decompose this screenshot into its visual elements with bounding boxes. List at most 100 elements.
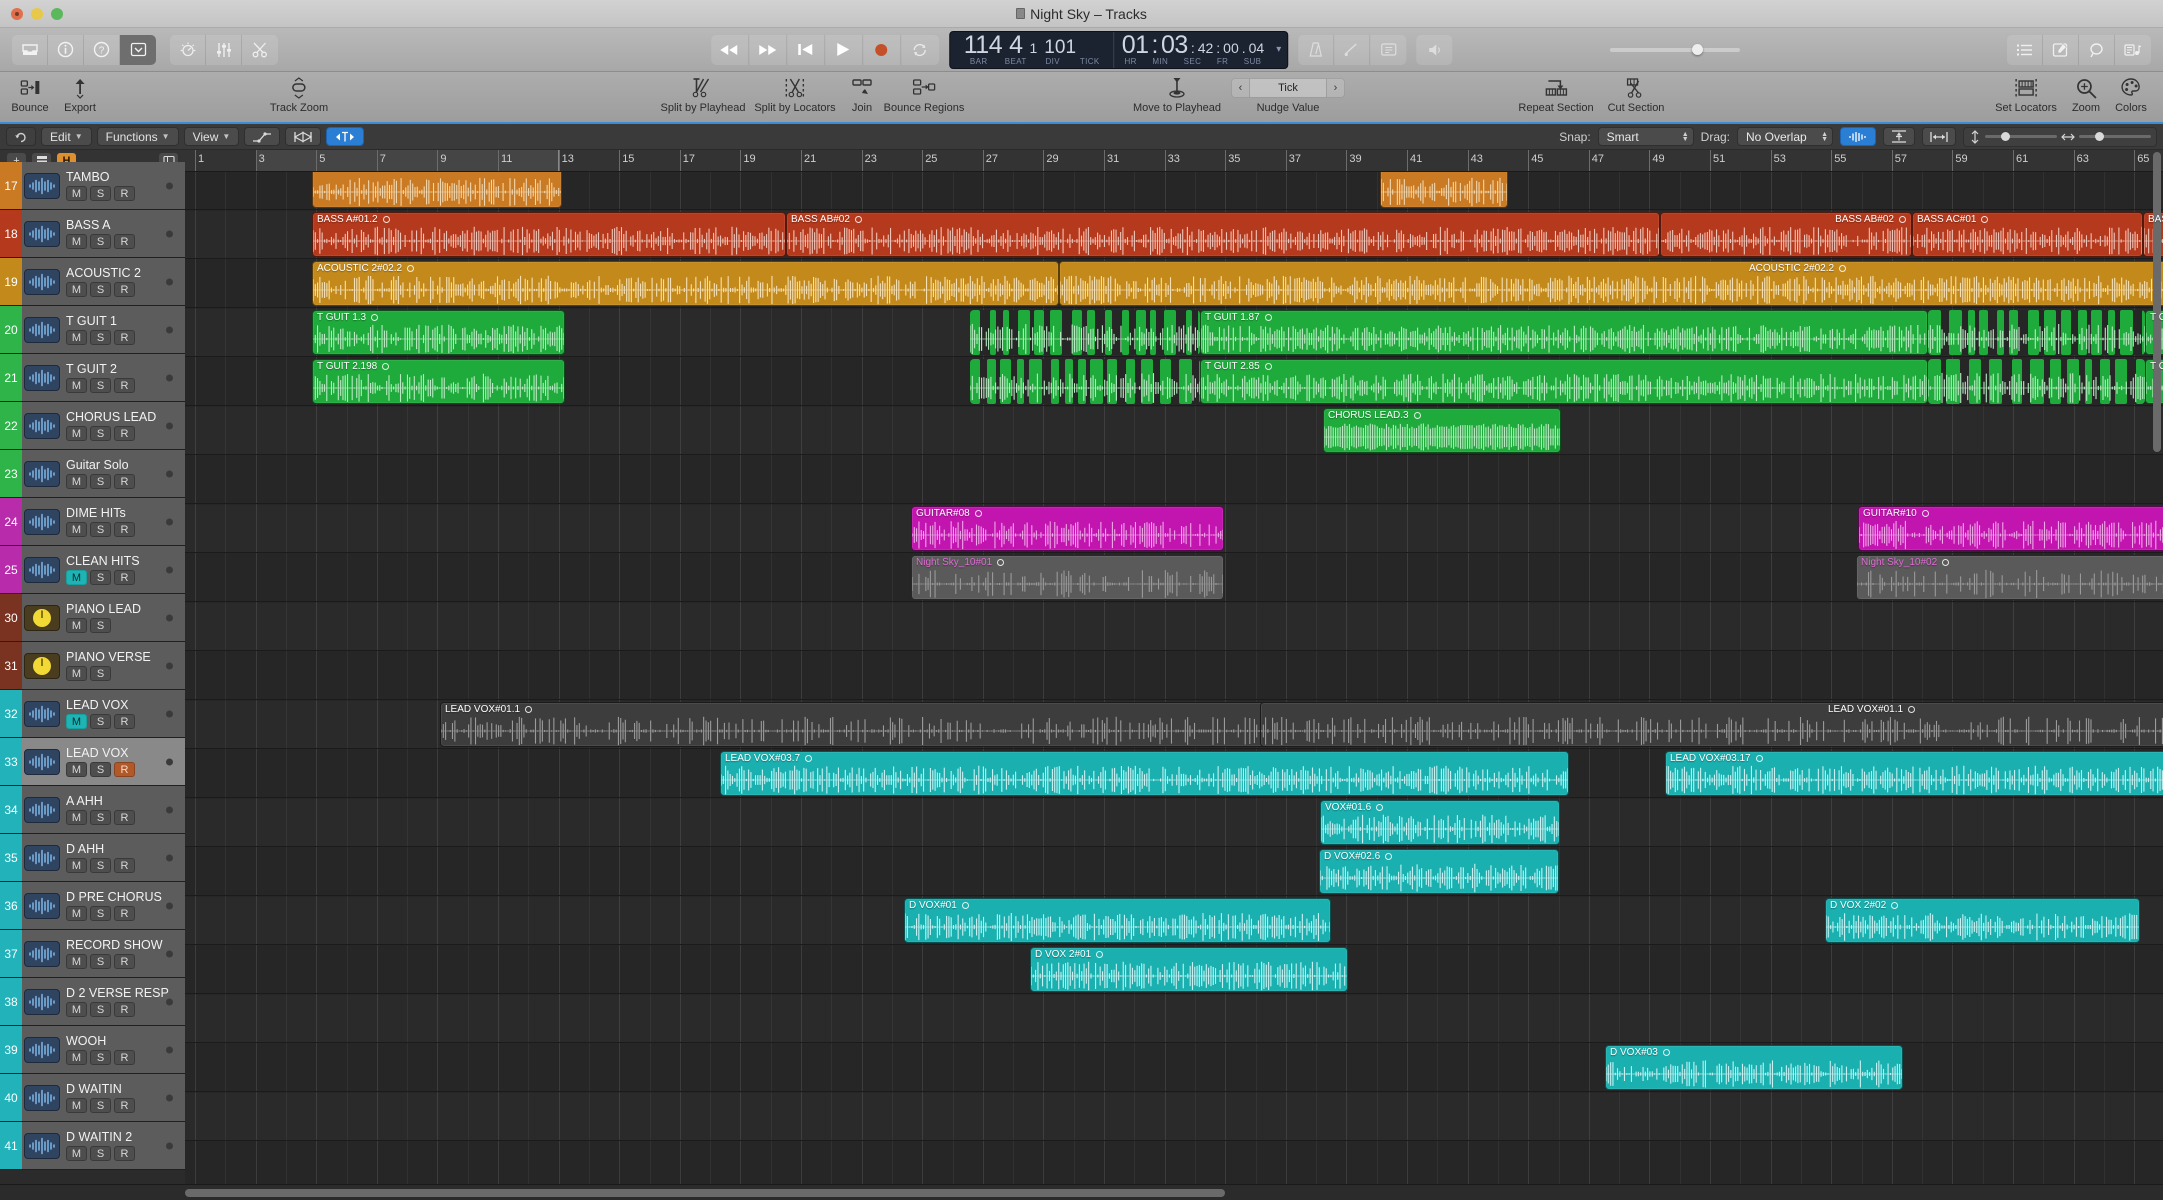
track-header-34[interactable]: 34 A AHH M S R <box>0 786 185 834</box>
region-lead-vox-03-17[interactable]: LEAD VOX#03.17 <box>1665 751 2163 796</box>
track-automation-dot[interactable] <box>166 1094 173 1101</box>
nudge-stepper[interactable]: ‹ Tick › <box>1231 78 1345 98</box>
region-bass-ab-02b[interactable]: BASS AB#02 <box>1660 212 1912 257</box>
region-length-button[interactable] <box>1922 127 1956 146</box>
region-loop-icon[interactable] <box>382 216 390 223</box>
region-tguit2-198[interactable]: T GUIT 2.198 <box>312 359 565 404</box>
track-automation-dot[interactable] <box>166 326 173 333</box>
go-to-beginning-button[interactable] <box>787 34 825 65</box>
mixer-button[interactable] <box>206 34 242 65</box>
track-header-17[interactable]: 17 TAMBO M S R <box>0 162 185 210</box>
master-volume-slider[interactable] <box>1610 42 1740 58</box>
track-mute-button[interactable]: M <box>66 282 87 297</box>
fast-forward-button[interactable] <box>749 34 787 65</box>
track-name[interactable]: Guitar Solo <box>66 458 181 472</box>
track-header-30[interactable]: 30 PIANO LEAD M S <box>0 594 185 642</box>
track-automation-dot[interactable] <box>166 278 173 285</box>
track-name[interactable]: D WAITIN <box>66 1082 181 1096</box>
split-by-locators-button[interactable]: Split by Locators <box>754 76 836 114</box>
track-mute-button[interactable]: M <box>66 810 87 825</box>
track-solo-button[interactable]: S <box>90 330 111 345</box>
track-name[interactable]: LEAD VOX <box>66 746 181 760</box>
region-vox-01-6[interactable]: VOX#01.6 <box>1320 800 1560 845</box>
region-loop-icon[interactable] <box>525 706 533 713</box>
region-loop-icon[interactable] <box>1264 363 1272 370</box>
region-tguit1-1-3[interactable]: T GUIT 1.3 <box>312 310 565 355</box>
track-solo-button[interactable]: S <box>90 570 111 585</box>
track-instrument-icon[interactable] <box>24 508 60 535</box>
lcd-options-chevron[interactable]: ▾ <box>1272 32 1281 68</box>
region-acoustic2-b[interactable]: ACOUSTIC 2#02.2 <box>1059 261 2163 306</box>
track-automation-dot[interactable] <box>166 566 173 573</box>
track-instrument-icon[interactable] <box>24 604 60 631</box>
vertical-scrollbar[interactable] <box>2153 152 2161 452</box>
track-record-enable-button[interactable]: R <box>114 474 135 489</box>
track-lane-23[interactable] <box>185 456 2163 504</box>
track-number[interactable]: 34 <box>0 786 22 833</box>
inspector-button[interactable] <box>48 34 84 65</box>
region-bass-ac-01[interactable]: BASS AC#01 <box>1912 212 2143 257</box>
region-tguit2-2-85[interactable]: T GUIT 2.85 <box>1200 359 1928 404</box>
track-mute-button[interactable]: M <box>66 714 87 729</box>
region-tguit1-chop[interactable] <box>970 310 1200 355</box>
waveform-view-button[interactable] <box>1840 127 1876 146</box>
editors-button[interactable] <box>242 35 278 65</box>
track-name[interactable]: RECORD SHOW <box>66 938 181 952</box>
slider-knob[interactable] <box>1691 44 1703 55</box>
track-record-enable-button[interactable]: R <box>114 570 135 585</box>
track-number[interactable]: 38 <box>0 978 22 1025</box>
region-loop-icon[interactable] <box>1908 706 1916 713</box>
track-instrument-icon[interactable] <box>24 844 60 871</box>
track-header-31[interactable]: 31 PIANO VERSE M S <box>0 642 185 690</box>
track-header-23[interactable]: 23 Guitar Solo M S R <box>0 450 185 498</box>
track-automation-dot[interactable] <box>166 854 173 861</box>
track-solo-button[interactable]: S <box>90 1098 111 1113</box>
region-d-vox-03[interactable]: D VOX#03 <box>1605 1045 1903 1090</box>
timeline-ruler[interactable]: 1 3 5 7 9 11 13 15 17 19 21 23 25 27 29 31 33 35 37 39 41 43 4… <box>185 150 2163 172</box>
nudge-value-control[interactable]: ‹ Tick › Nudge Value <box>1231 76 1345 114</box>
track-automation-dot[interactable] <box>166 422 173 429</box>
track-header-41[interactable]: 41 D WAITIN 2 MSR <box>0 1122 185 1170</box>
track-header-39[interactable]: 39 WOOH M S R <box>0 1026 185 1074</box>
track-solo-button[interactable]: S <box>90 1050 111 1065</box>
track-name[interactable]: CHORUS LEAD <box>66 410 181 424</box>
track-solo-button[interactable]: S <box>90 906 111 921</box>
menu-functions[interactable]: Functions ▼ <box>96 127 179 146</box>
track-name[interactable]: T GUIT 1 <box>66 314 181 328</box>
track-record-enable-button[interactable]: R <box>114 426 135 441</box>
region-tambo-1[interactable] <box>312 172 562 208</box>
track-lane-40[interactable] <box>185 1093 2163 1141</box>
track-record-enable-button[interactable]: R <box>114 378 135 393</box>
notes-button[interactable] <box>2043 34 2079 65</box>
rewind-button[interactable] <box>711 34 749 65</box>
play-button[interactable] <box>825 34 863 65</box>
track-number[interactable]: 36 <box>0 882 22 929</box>
track-solo-button[interactable]: S <box>90 1146 111 1161</box>
toolbar-toggle-button[interactable] <box>120 34 156 65</box>
lcd-display[interactable]: 114 4 1 101 BAR BEAT DIV TICK 01: 03: … <box>948 30 1289 69</box>
track-lane-41[interactable] <box>185 1142 2163 1184</box>
region-d-vox-2-02[interactable]: D VOX 2#02 <box>1825 898 2140 943</box>
region-tguit2-chop2[interactable] <box>1928 359 2145 404</box>
track-mute-button[interactable]: M <box>66 234 87 249</box>
track-mute-button[interactable]: M <box>66 1050 87 1065</box>
track-solo-button[interactable]: S <box>90 714 111 729</box>
track-number[interactable]: 39 <box>0 1026 22 1073</box>
track-automation-dot[interactable] <box>166 374 173 381</box>
track-instrument-icon[interactable] <box>24 1084 60 1111</box>
track-record-enable-button[interactable]: R <box>114 1002 135 1017</box>
region-guitar-10[interactable]: GUITAR#10 <box>1858 506 2163 551</box>
track-solo-button[interactable]: S <box>90 522 111 537</box>
region-loop-icon[interactable] <box>1839 265 1847 272</box>
track-record-enable-button[interactable]: R <box>114 186 135 201</box>
track-header-37[interactable]: 37 RECORD SHOW M S R <box>0 930 185 978</box>
track-instrument-icon[interactable] <box>24 652 60 679</box>
move-to-playhead-button[interactable]: Move to Playhead <box>1133 76 1221 114</box>
region-loop-icon[interactable] <box>1413 412 1421 419</box>
flex-button[interactable] <box>285 127 322 146</box>
snap-popup[interactable]: Smart ▲ ▼ <box>1597 127 1694 146</box>
master-volume-button[interactable] <box>1416 35 1452 65</box>
track-number[interactable]: 22 <box>0 402 22 449</box>
track-lane-22[interactable] <box>185 407 2163 455</box>
track-header-36[interactable]: 36 D PRE CHORUS M S R <box>0 882 185 930</box>
